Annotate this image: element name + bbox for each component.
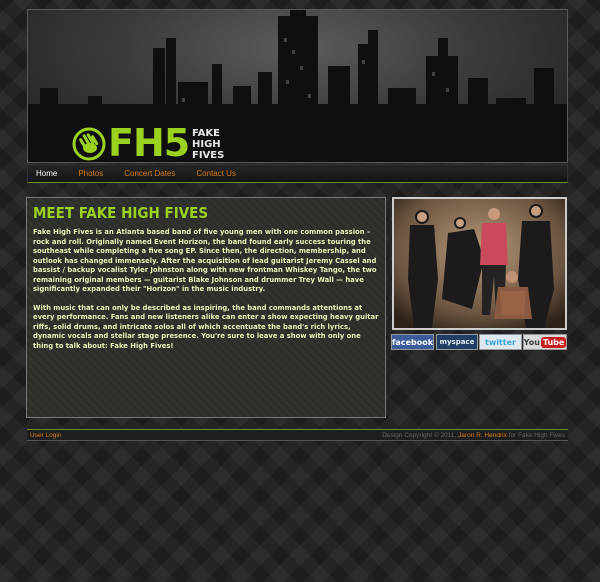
user-login-link[interactable]: User Login <box>30 432 61 439</box>
footer-credit-prefix: Design Copyright © 2011, <box>382 431 457 439</box>
youtube-label-you: You <box>523 337 540 347</box>
twitter-label: twitter <box>485 337 516 347</box>
nav-item-photos[interactable]: Photos <box>78 169 103 178</box>
main-navigation: Home Photos Concert Dates Contact Us <box>27 164 568 183</box>
facebook-link-button[interactable]: facebook <box>391 334 434 350</box>
youtube-link-button[interactable]: You Tube <box>523 334 567 350</box>
page-title: MEET FAKE HIGH FIVES <box>33 204 209 222</box>
myspace-label: myspace <box>439 338 475 346</box>
youtube-label-tube: Tube <box>540 336 567 348</box>
nav-item-contact-us[interactable]: Contact Us <box>196 169 236 178</box>
myspace-link-button[interactable]: myspace <box>436 334 478 350</box>
logo-fh5-text: FH5 <box>108 121 190 163</box>
about-section: MEET FAKE HIGH FIVES Fake High Fives is … <box>26 197 386 418</box>
facebook-label: facebook <box>391 337 434 347</box>
about-paragraph-1: Fake High Fives is an Atlanta based band… <box>33 228 377 293</box>
about-paragraph-2: With music that can only be described as… <box>33 303 379 350</box>
site-footer: User Login Design Copyright © 2011, Jaro… <box>27 429 568 441</box>
twitter-link-button[interactable]: twitter <box>479 334 522 350</box>
hand-emblem-icon <box>72 127 106 161</box>
site-header: FH5 FAKE HIGH FIVES <box>27 9 568 163</box>
footer-credit-suffix: for Fake High Fives <box>508 431 565 439</box>
logo-band-name: FAKE HIGH FIVES <box>192 128 225 161</box>
author-link[interactable]: Jaron R. Hendrix <box>458 432 507 439</box>
nav-item-home[interactable]: Home <box>36 169 57 178</box>
nav-item-concert-dates[interactable]: Concert Dates <box>124 169 175 178</box>
footer-credit: Design Copyright © 2011, Jaron R. Hendri… <box>382 432 565 439</box>
band-photo <box>392 197 567 330</box>
